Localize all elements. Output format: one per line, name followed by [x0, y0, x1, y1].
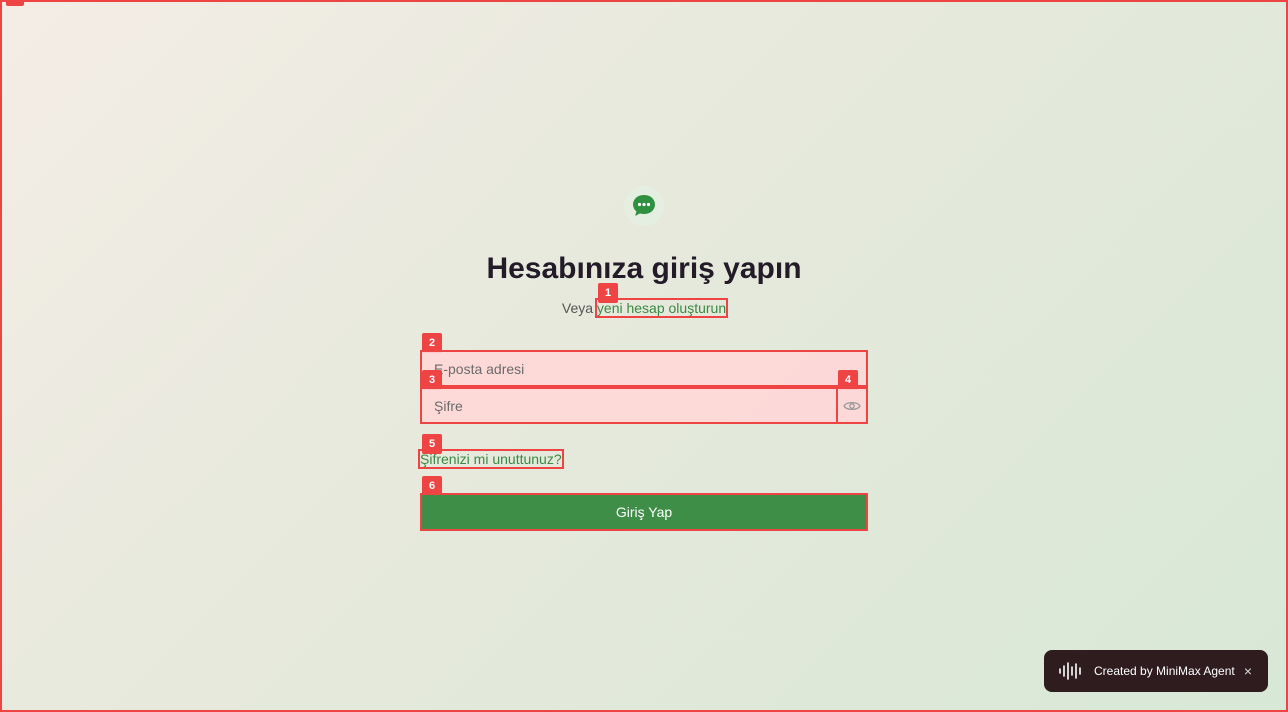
email-field[interactable]: E-posta adresi [420, 350, 868, 387]
close-icon[interactable]: × [1244, 663, 1252, 679]
subtitle: Veya yeni hesap oluşturun [420, 298, 868, 318]
soundwave-icon [1058, 661, 1084, 681]
marker-badge-1: 1 [598, 283, 618, 303]
login-button[interactable]: Giriş Yap [420, 493, 868, 531]
show-password-toggle[interactable] [836, 387, 868, 424]
toast-text: Created by MiniMax Agent [1094, 664, 1235, 678]
created-by-toast: Created by MiniMax Agent × [1044, 650, 1268, 692]
frame-tag [6, 0, 24, 6]
forgot-password-link[interactable]: Şifrenizi mi unuttunuz? [418, 449, 564, 469]
email-placeholder: E-posta adresi [434, 360, 525, 377]
password-placeholder: Şifre [434, 397, 463, 414]
subtitle-prefix: Veya [561, 300, 594, 316]
page-title: Hesabınıza giriş yapın [486, 252, 802, 285]
password-field[interactable]: Şifre [420, 387, 838, 424]
chat-logo-icon [624, 186, 664, 226]
eye-icon [843, 401, 861, 410]
